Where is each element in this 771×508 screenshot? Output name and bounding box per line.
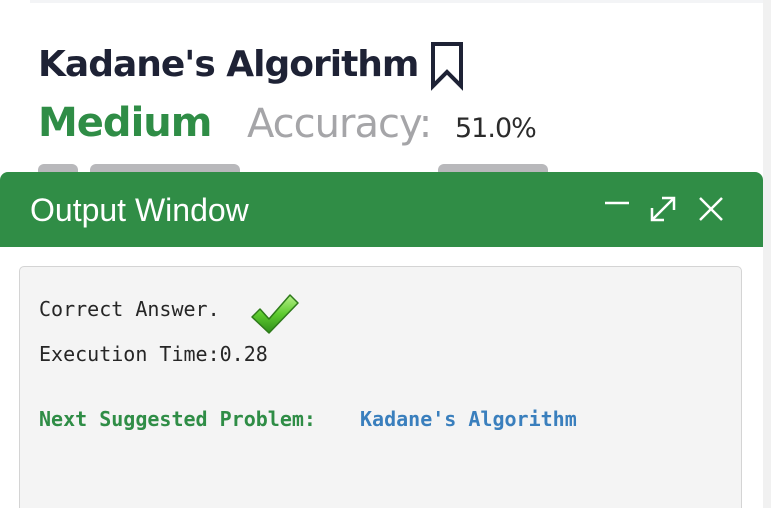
- top-divider: [30, 0, 763, 3]
- output-content: Correct Answer. Execution Time:0.28 Next…: [19, 266, 742, 508]
- next-suggested-label: Next Suggested Problem:: [39, 407, 316, 431]
- accuracy-value: 51.0%: [455, 113, 537, 144]
- output-window-titlebar: Output Window: [0, 172, 763, 247]
- accuracy-label: Accuracy:: [247, 101, 432, 147]
- page: Kadane's Algorithm Medium Accuracy: 51.0…: [0, 0, 771, 508]
- minimize-icon[interactable]: [602, 188, 632, 218]
- next-suggested-link[interactable]: Kadane's Algorithm: [360, 407, 577, 431]
- output-window: Output Window Correct Answer. Execution …: [0, 172, 763, 508]
- scrollbar-track[interactable]: [763, 0, 771, 508]
- difficulty-badge: Medium: [38, 100, 212, 146]
- bookmark-icon[interactable]: [428, 41, 466, 91]
- close-icon[interactable]: [696, 194, 726, 224]
- output-window-title: Output Window: [30, 192, 249, 228]
- result-text: Correct Answer.: [39, 297, 220, 321]
- execution-time: Execution Time:0.28: [39, 342, 268, 366]
- check-icon: [250, 292, 300, 336]
- problem-title: Kadane's Algorithm: [38, 44, 419, 85]
- expand-icon[interactable]: [648, 194, 678, 224]
